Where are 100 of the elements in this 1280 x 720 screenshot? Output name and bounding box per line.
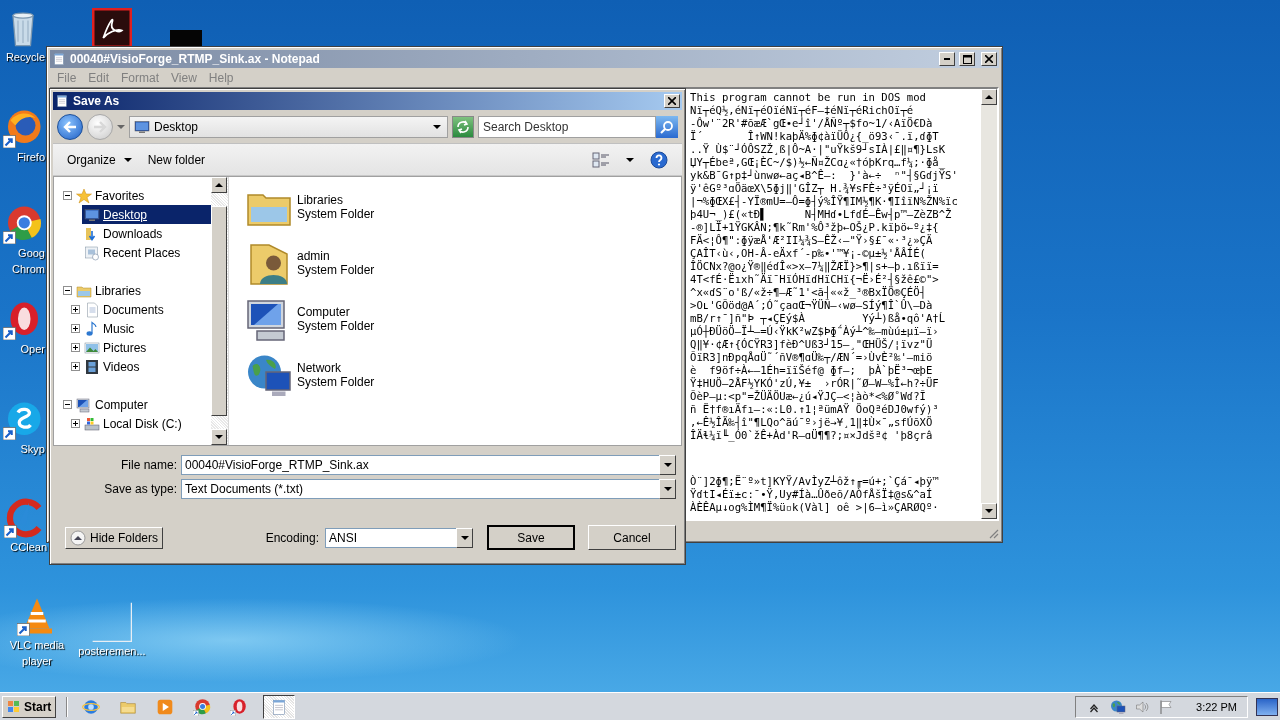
arrow-down-icon bbox=[663, 463, 672, 467]
toolbar-button[interactable]: Organize bbox=[63, 150, 136, 169]
folder-item[interactable]: Libraries System Folder bbox=[245, 183, 425, 231]
tree-item[interactable]: Music bbox=[82, 319, 211, 338]
text-line: FÄ<¦Ô¶":ɸÿæÅ'Æ²II¼¾S–ÊŽ‹–"Ÿ›§£¯«·³¿»ÇÄ bbox=[690, 234, 933, 247]
notepad-icon bbox=[55, 94, 69, 108]
dropdown-button[interactable] bbox=[659, 479, 676, 499]
field-label: Save as type: bbox=[103, 482, 177, 496]
text-line: 4T<fÉ·Ëıxh˜ÄïˉHïÓHïɗHïCHï{¬Ë›É²┤§žê£©"> bbox=[690, 273, 940, 286]
scrollbar-thumb[interactable] bbox=[211, 206, 227, 416]
tree-item[interactable]: Computer bbox=[74, 395, 211, 414]
orb-icon bbox=[3, 108, 43, 148]
expand-toggle[interactable] bbox=[71, 362, 80, 371]
globe-icon bbox=[82, 697, 101, 716]
field-label: Encoding: bbox=[265, 530, 319, 545]
dropdown-button[interactable] bbox=[456, 527, 473, 548]
expand-toggle[interactable] bbox=[63, 286, 72, 295]
plus-icon bbox=[72, 306, 79, 313]
window-title: 00040#VisioForge_RTMP_Sink.ax - Notepad bbox=[70, 52, 321, 66]
tree-item[interactable]: Local Disk (C:) bbox=[82, 414, 211, 433]
text-line: mB/r↑¯]ñ"Þ ┬◂ÇEý$À Yý┴)ßå•qô'A†Ĺ bbox=[690, 312, 947, 325]
swirl-tile-icon bbox=[92, 8, 132, 48]
text-line: ÿ'êGº³ɑÖäœX\5ɸj‖'GÎZ┬ H.¾¥sFÈ÷³ÿÉOï„┘¡ï bbox=[690, 182, 940, 195]
show-desktop-button[interactable] bbox=[1256, 697, 1278, 716]
minus-icon bbox=[64, 192, 71, 199]
search-button[interactable] bbox=[656, 115, 678, 138]
text-line: Ï´ Î↑WN!kaþÄ%ɸ¢àïÜÔ¿{_ö93‹¯.ï,ɗɸT bbox=[690, 130, 939, 143]
text-line: ŸɗtI◂Éï±c:¯•Ÿ,Uy#Íà…Ûðeõ/AÒfÅšÏ‡@s&^aÍ bbox=[690, 488, 934, 501]
back-button[interactable] bbox=[57, 113, 83, 140]
broom-icon bbox=[4, 498, 44, 538]
file-name-field[interactable]: 00040#VisioForge_RTMP_Sink.ax bbox=[181, 455, 659, 475]
dropdown-button[interactable] bbox=[659, 455, 676, 475]
picture-icon bbox=[84, 339, 100, 356]
expand-toggle[interactable] bbox=[63, 191, 72, 200]
arrow-up-icon bbox=[985, 95, 993, 99]
folder-item[interactable]: admin System Folder bbox=[245, 239, 425, 287]
expand-toggle[interactable] bbox=[71, 305, 80, 314]
address-bar[interactable]: Desktop bbox=[129, 115, 448, 138]
dialog-button[interactable]: Save bbox=[487, 525, 575, 550]
text-line: µÓ┼ÐÜöÖ–Ï┴–=Ú‹ŸkK²wZ$Þɸ΅Àý┴^‰–mùú±µï–ï› bbox=[690, 325, 940, 338]
collapse-icon bbox=[70, 529, 86, 546]
icon-label[interactable]: Skyp bbox=[20, 443, 46, 456]
taskbar-button[interactable] bbox=[263, 694, 296, 719]
resize-grip-icon bbox=[987, 527, 999, 539]
icon-label[interactable]: Oper bbox=[20, 343, 46, 356]
play-icon bbox=[156, 697, 175, 716]
tree-item[interactable]: Libraries bbox=[74, 281, 211, 300]
blank-file-icon bbox=[92, 602, 132, 642]
text-line: ÕïR3]nÐpqÅɑÜ˜´ñV®¶ɑÜ‰┬/ÆN´=›ÙvÈ²‰'–miö bbox=[690, 351, 934, 364]
expand-toggle[interactable] bbox=[71, 343, 80, 352]
hide-folders-button[interactable]: Hide Folders bbox=[65, 526, 164, 549]
icon-label[interactable]: Recycle bbox=[5, 51, 46, 64]
help-icon bbox=[650, 150, 668, 169]
tree-item[interactable]: Videos bbox=[82, 357, 211, 376]
scroll-up-button[interactable] bbox=[981, 89, 997, 105]
text-line: Q‖¥·¢Æ↑{ÓCŸR3]fèÐ^Uß3┘15–¸"ŒHÜŠ/¦ïvz"Ü bbox=[690, 338, 934, 351]
maximize-button[interactable] bbox=[959, 52, 975, 66]
text-line: Nï┬éQ½,éNï┬éOïéNï┬éF—‡éNï┬éRichOï┬é bbox=[690, 104, 915, 117]
save-type-select[interactable]: Text Documents (*.txt) bbox=[181, 479, 659, 499]
arrow-down-icon bbox=[985, 509, 993, 513]
plus-icon bbox=[72, 363, 79, 370]
folder-item[interactable]: Computer System Folder bbox=[245, 295, 425, 343]
text-line: ,←Ê½ÎÄ‰┤î"¶LQo^äú¯º›jë→¥¸1‖‡Ù×¯„sfÚõXÖ bbox=[690, 416, 933, 429]
icon-label[interactable]: Chrom bbox=[12, 263, 46, 276]
recent-places-icon bbox=[84, 244, 100, 261]
expand-toggle[interactable] bbox=[63, 400, 72, 409]
tree-item[interactable]: Desktop bbox=[82, 205, 211, 224]
tree-item[interactable]: Recent Places bbox=[82, 243, 211, 262]
text-line: ÕèP–µ:<p"=ŽÜÄÖUæ←¿ú◂ŸJÇ–<¦àò*<%Ø˚Wɗ?Ĩ bbox=[690, 390, 927, 403]
icon-label[interactable]: Firefo bbox=[16, 151, 46, 164]
refresh-button[interactable] bbox=[452, 115, 474, 138]
minimize-button[interactable] bbox=[939, 52, 955, 66]
text-line: >Oʟ'GÕöd@A´;Ó˜çaɑŒ¬ŸÜÑ–‹wø–SÍý¶Î`Û\–Dà bbox=[690, 299, 934, 312]
network-icon bbox=[1110, 698, 1127, 715]
dialog-button[interactable]: Cancel bbox=[588, 525, 676, 550]
expand-toggle[interactable] bbox=[71, 419, 80, 428]
ring-icon bbox=[3, 204, 43, 244]
tree-item[interactable]: Pictures bbox=[82, 338, 211, 357]
scroll-up-button[interactable] bbox=[211, 177, 227, 193]
expand-toggle[interactable] bbox=[71, 324, 80, 333]
monitor-icon bbox=[84, 206, 100, 223]
encoding-select[interactable]: ANSI bbox=[325, 527, 456, 548]
toolbar-button[interactable]: New folder bbox=[143, 150, 210, 169]
tree-item[interactable]: Documents bbox=[82, 300, 211, 319]
close-button[interactable] bbox=[664, 94, 680, 108]
caret-icon bbox=[626, 157, 634, 162]
text-line: ..Ÿ Ù$¨┘ÓÔSZŽ¸ß|Ô~A·|"uŸkš9┘sIÀ|£‖¤¶}LsK bbox=[690, 143, 947, 156]
tree-item[interactable]: Favorites bbox=[74, 186, 211, 205]
minimize-icon bbox=[944, 58, 950, 60]
text-line: This program cannot be run in DOS mod bbox=[690, 91, 927, 104]
icon-label[interactable]: Goog bbox=[18, 247, 46, 260]
folder-item[interactable]: Network System Folder bbox=[245, 351, 425, 399]
flag-icon bbox=[1158, 698, 1175, 715]
search-field[interactable]: Search Desktop bbox=[478, 115, 656, 138]
close-button[interactable] bbox=[981, 52, 997, 66]
start-button[interactable]: Start bbox=[2, 695, 57, 718]
tree-item[interactable]: Downloads bbox=[82, 224, 211, 243]
scroll-down-button[interactable] bbox=[981, 503, 997, 519]
plus-icon bbox=[72, 344, 79, 351]
scroll-down-button[interactable] bbox=[211, 429, 227, 445]
